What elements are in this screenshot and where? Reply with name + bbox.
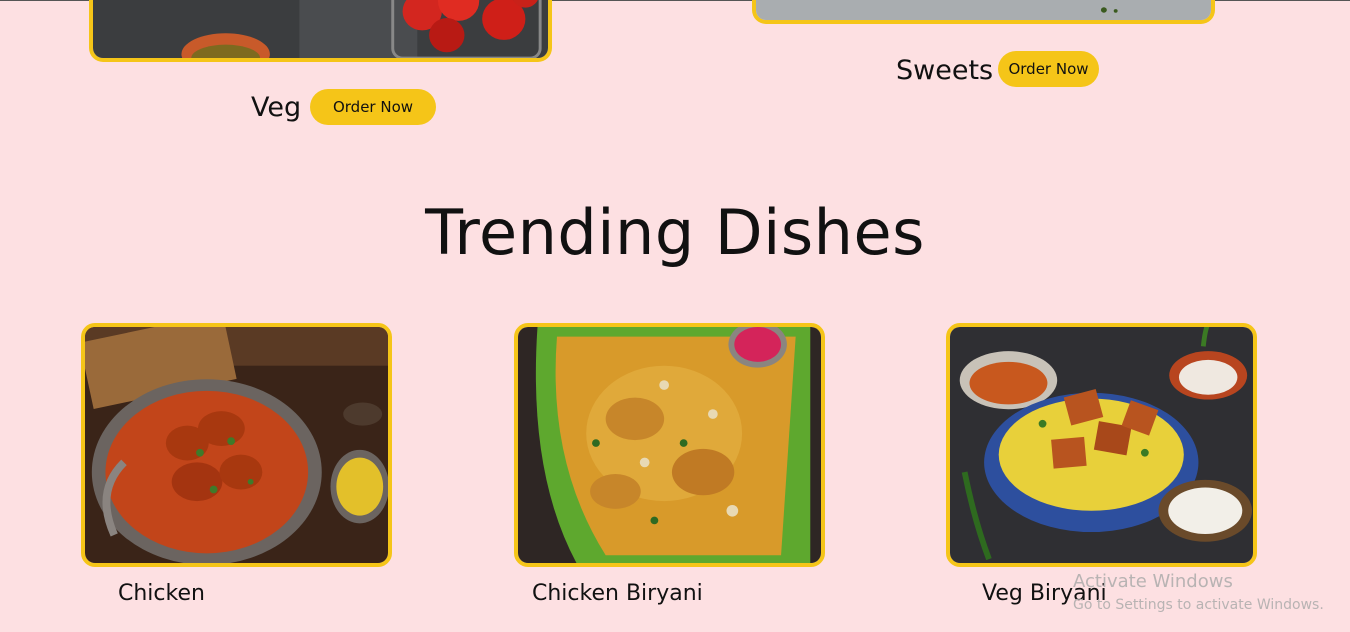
chicken-biryani-dish-name: Chicken Biryani [532, 581, 703, 606]
activate-windows-title: Activate Windows [1073, 571, 1233, 592]
sweets-category-image[interactable] [752, 0, 1215, 24]
veg-category-image[interactable] [89, 0, 552, 62]
veg-biryani-dish-image[interactable] [946, 323, 1257, 567]
veg-order-now-button[interactable]: Order Now [310, 89, 436, 125]
sweets-order-now-button[interactable]: Order Now [998, 51, 1099, 87]
sweets-category-label: Sweets [896, 55, 994, 86]
chicken-dish-image[interactable] [81, 323, 392, 567]
veg-category-label: Veg [251, 92, 302, 123]
section-title: Trending Dishes [425, 196, 925, 269]
chicken-dish-name: Chicken [118, 581, 205, 606]
chicken-biryani-dish-image[interactable] [514, 323, 825, 567]
activate-windows-subtitle[interactable]: Go to Settings to activate Windows. [1073, 597, 1324, 613]
